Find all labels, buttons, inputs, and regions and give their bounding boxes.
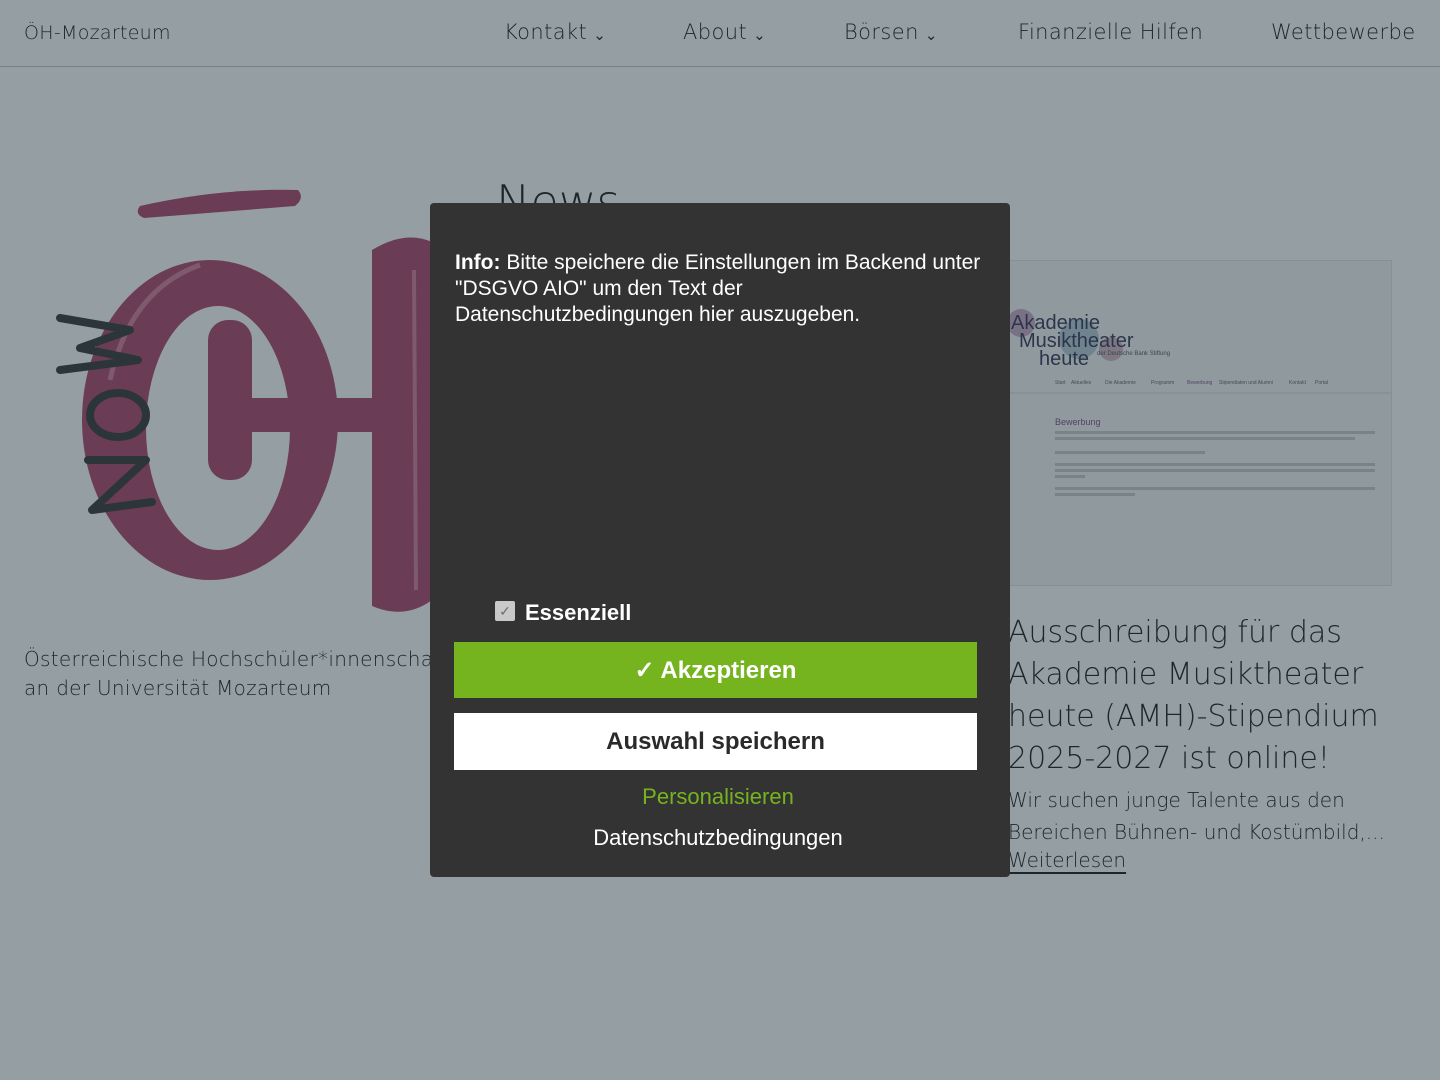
info-message: Bitte speichere die Einstellungen im Bac…: [455, 251, 981, 326]
info-label: Info:: [455, 251, 501, 274]
privacy-policy-link[interactable]: Datenschutzbedingungen: [430, 825, 1006, 851]
essential-checkbox-label: Essenziell: [525, 600, 632, 625]
cookie-consent-dialog: Info: Bitte speichere die Einstellungen …: [430, 203, 1010, 877]
personalize-link[interactable]: Personalisieren: [430, 784, 1006, 810]
consent-info-text: Info: Bitte speichere die Einstellungen …: [455, 250, 985, 328]
essential-checkbox-row[interactable]: ✓ Essenziell: [495, 596, 631, 626]
essential-checkbox[interactable]: ✓: [495, 601, 515, 621]
save-selection-button[interactable]: Auswahl speichern: [454, 713, 977, 770]
accept-button[interactable]: ✓ Akzeptieren: [454, 642, 977, 698]
checkmark-icon: ✓: [499, 602, 511, 619]
